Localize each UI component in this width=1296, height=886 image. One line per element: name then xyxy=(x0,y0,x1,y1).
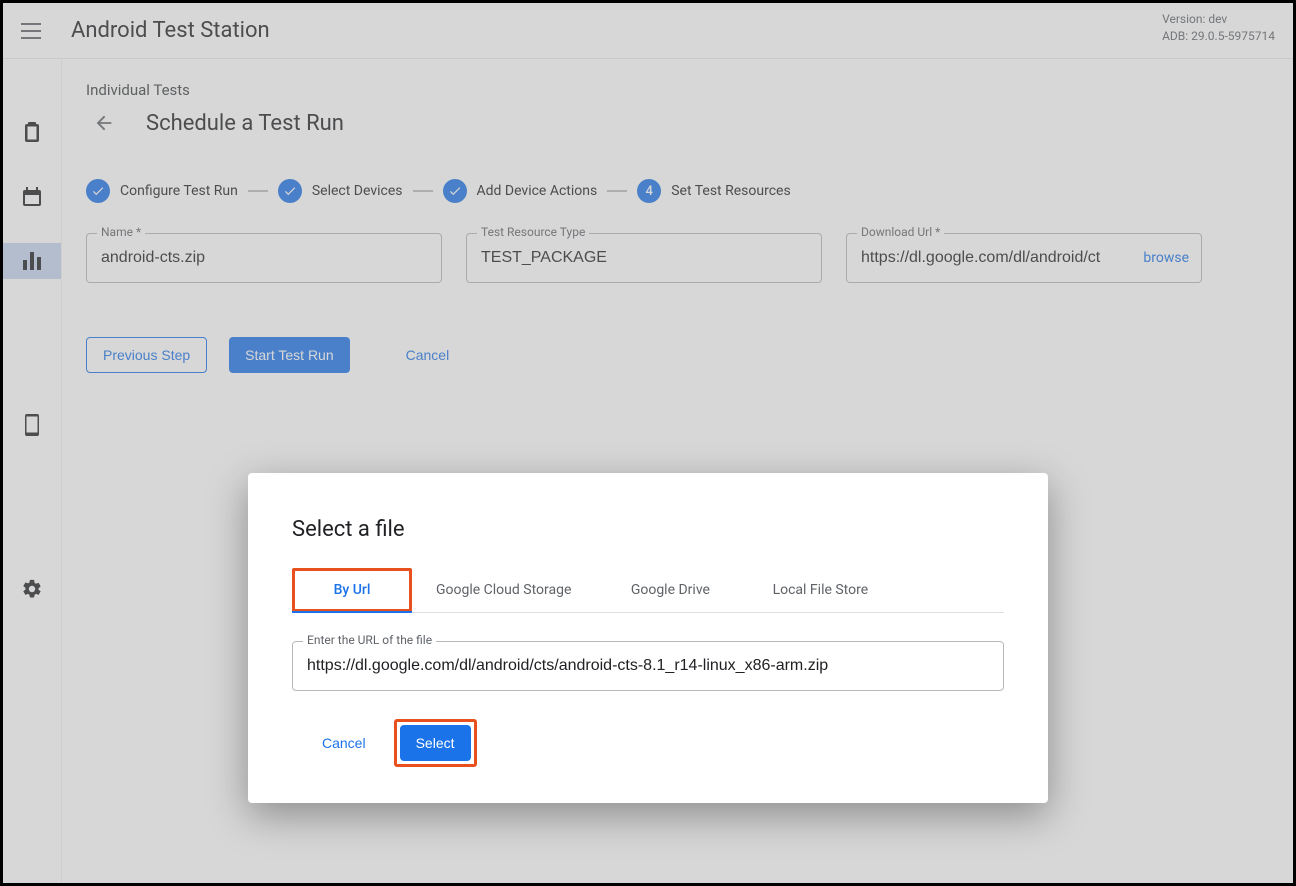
page-header: Schedule a Test Run xyxy=(86,105,1269,141)
stepper: Configure Test Run Select Devices Add De… xyxy=(86,179,1269,203)
hamburger-menu-icon[interactable] xyxy=(19,19,43,43)
check-icon xyxy=(86,179,110,203)
check-icon xyxy=(443,179,467,203)
dialog-title: Select a file xyxy=(292,517,1004,542)
tab-gcs[interactable]: Google Cloud Storage xyxy=(412,568,595,612)
dialog-tabs: By Url Google Cloud Storage Google Drive… xyxy=(292,568,1004,613)
sidebar-item-calendar[interactable] xyxy=(3,179,61,215)
sidebar-item-clipboard[interactable] xyxy=(3,115,61,151)
gear-icon xyxy=(21,578,43,600)
dialog-select-button[interactable]: Select xyxy=(400,725,471,761)
dialog-buttons: Cancel Select xyxy=(292,719,1004,767)
tab-gdrive[interactable]: Google Drive xyxy=(595,568,745,612)
clipboard-icon xyxy=(22,122,42,144)
select-button-highlight: Select xyxy=(394,719,477,767)
file-url-label: Enter the URL of the file xyxy=(303,633,436,647)
start-test-run-button[interactable]: Start Test Run xyxy=(229,337,349,373)
tab-local[interactable]: Local File Store xyxy=(745,568,895,612)
type-field[interactable]: Test Resource Type xyxy=(466,233,822,283)
tab-by-url[interactable]: By Url xyxy=(292,568,412,612)
version-line: Version: dev xyxy=(1162,11,1275,28)
type-label: Test Resource Type xyxy=(477,225,589,239)
phone-icon xyxy=(25,414,39,436)
step-configure[interactable]: Configure Test Run xyxy=(86,179,238,203)
breadcrumb: Individual Tests xyxy=(86,81,1269,99)
adb-version-line: ADB: 29.0.5-5975714 xyxy=(1162,28,1275,45)
name-input[interactable] xyxy=(101,249,427,267)
step-connector xyxy=(607,190,627,192)
step-devices[interactable]: Select Devices xyxy=(278,179,403,203)
step-connector xyxy=(248,190,268,192)
step-number: 4 xyxy=(637,179,661,203)
bar-chart-icon xyxy=(22,252,42,270)
step-resources[interactable]: 4 Set Test Resources xyxy=(637,179,790,203)
arrow-left-icon xyxy=(93,112,115,134)
fields-row: Name * Test Resource Type Download Url *… xyxy=(86,233,1269,283)
sidebar-item-device[interactable] xyxy=(3,407,61,443)
step-label: Set Test Resources xyxy=(671,183,790,199)
app-title: Android Test Station xyxy=(71,18,270,43)
step-label: Add Device Actions xyxy=(477,183,598,199)
sidebar-item-settings[interactable] xyxy=(3,571,61,607)
page-title: Schedule a Test Run xyxy=(146,111,344,136)
name-label: Name * xyxy=(97,225,145,239)
url-input[interactable] xyxy=(861,249,1129,267)
check-icon xyxy=(278,179,302,203)
back-button[interactable] xyxy=(86,105,122,141)
step-actions[interactable]: Add Device Actions xyxy=(443,179,598,203)
file-url-input[interactable] xyxy=(307,657,989,675)
browse-link[interactable]: browse xyxy=(1143,250,1189,266)
calendar-icon xyxy=(22,187,42,207)
download-url-field[interactable]: Download Url * browse xyxy=(846,233,1202,283)
step-label: Select Devices xyxy=(312,183,403,199)
version-info: Version: dev ADB: 29.0.5-5975714 xyxy=(1162,11,1275,45)
step-label: Configure Test Run xyxy=(120,183,238,199)
select-file-dialog: Select a file By Url Google Cloud Storag… xyxy=(248,473,1048,803)
type-input[interactable] xyxy=(481,249,807,267)
name-field[interactable]: Name * xyxy=(86,233,442,283)
previous-step-button[interactable]: Previous Step xyxy=(86,337,207,373)
app-topbar: Android Test Station Version: dev ADB: 2… xyxy=(3,3,1293,59)
sidebar xyxy=(3,59,61,883)
action-buttons: Previous Step Start Test Run Cancel xyxy=(86,337,1269,373)
file-url-field[interactable]: Enter the URL of the file xyxy=(292,641,1004,691)
url-label: Download Url * xyxy=(857,225,944,239)
dialog-cancel-button[interactable]: Cancel xyxy=(306,725,382,761)
sidebar-item-analytics[interactable] xyxy=(3,243,61,279)
cancel-button[interactable]: Cancel xyxy=(390,337,466,373)
step-connector xyxy=(413,190,433,192)
